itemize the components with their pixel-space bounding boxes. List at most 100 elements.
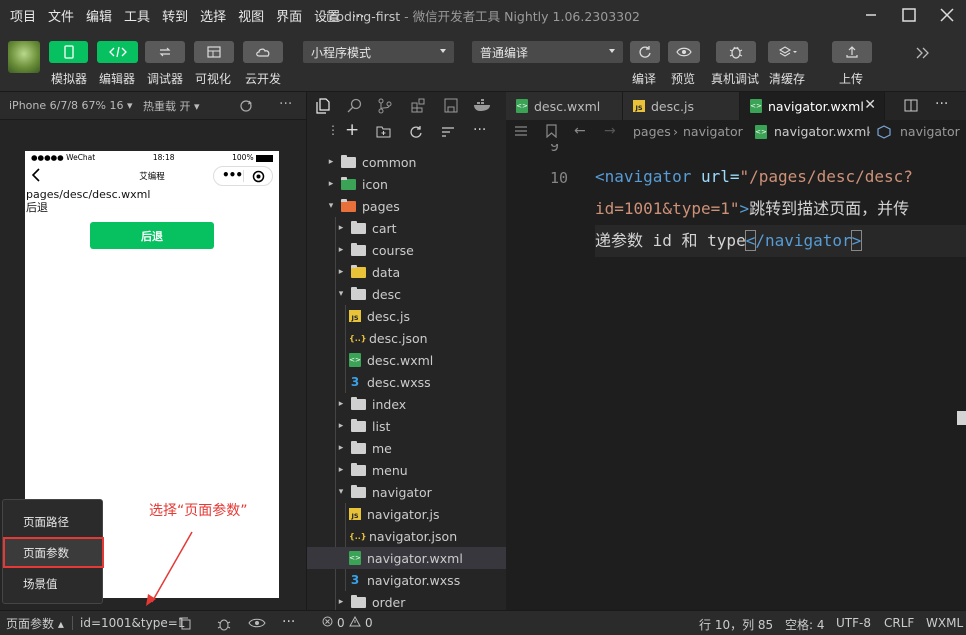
chevron-down-icon[interactable]: ▾ <box>325 201 337 211</box>
collapse-icon[interactable]: ⋮ <box>327 123 339 137</box>
menu-tools[interactable]: 工具 <box>118 6 156 25</box>
capsule-menu[interactable]: ••• <box>213 166 273 186</box>
tree-folder[interactable]: ▾ desc <box>307 283 507 305</box>
chevron-right-icon[interactable]: ▸ <box>325 157 337 167</box>
bug-icon[interactable] <box>216 616 232 634</box>
menu-goto[interactable]: 转到 <box>156 6 194 25</box>
close-tab-icon[interactable]: ✕ <box>864 97 876 113</box>
breadcrumb-element[interactable]: navigator <box>900 124 960 139</box>
tree-file[interactable]: {..} desc.json <box>307 327 507 349</box>
chevron-down-icon[interactable]: ▾ <box>335 487 347 497</box>
sort-icon[interactable] <box>441 126 455 141</box>
visual-toggle-button[interactable] <box>194 41 234 63</box>
save-icon[interactable] <box>444 98 458 116</box>
extensions-icon[interactable] <box>411 98 426 116</box>
page-params-dropdown[interactable]: 页面参数 ▴ <box>6 615 64 632</box>
tab-navigator-wxml[interactable]: <> navigator.wxml ✕ <box>740 92 885 120</box>
chevron-right-icon[interactable]: ▸ <box>335 223 347 233</box>
list-icon[interactable] <box>514 125 528 140</box>
tree-folder[interactable]: ▸ icon <box>307 173 507 195</box>
more-icon[interactable]: ··· <box>473 122 486 138</box>
tree-folder[interactable]: ▸ course <box>307 239 507 261</box>
capsule-more-icon[interactable]: ••• <box>222 168 243 182</box>
bookmark-icon[interactable] <box>546 124 557 141</box>
breadcrumb-pages[interactable]: pages <box>633 124 671 139</box>
chevron-down-icon[interactable]: ▾ <box>335 289 347 299</box>
line-ending[interactable]: CRLF <box>884 616 914 630</box>
refresh-icon[interactable] <box>409 125 423 142</box>
tree-file[interactable]: 3 desc.wxss <box>307 371 507 393</box>
close-button[interactable] <box>928 0 966 30</box>
menu-project[interactable]: 项目 <box>4 6 42 25</box>
tree-file[interactable]: <> navigator.wxml <box>307 547 507 569</box>
chevron-right-icon[interactable]: ▸ <box>335 597 347 607</box>
warning-icon[interactable] <box>349 615 361 630</box>
compile-select[interactable]: 普通编译 <box>472 41 623 63</box>
hot-reload-toggle[interactable]: 热重载 开 ▾ <box>143 98 200 114</box>
editor-toggle-button[interactable] <box>97 41 138 63</box>
compile-button[interactable] <box>630 41 660 63</box>
menu-interface[interactable]: 界面 <box>270 6 308 25</box>
capsule-close-icon[interactable] <box>252 170 265 186</box>
tree-folder[interactable]: ▸ data <box>307 261 507 283</box>
error-icon[interactable] <box>322 616 333 630</box>
files-icon[interactable] <box>316 98 330 117</box>
copy-icon[interactable] <box>179 617 191 633</box>
tree-folder[interactable]: ▸ list <box>307 415 507 437</box>
chevron-right-icon[interactable]: ▸ <box>335 399 347 409</box>
chevron-right-icon[interactable]: ▸ <box>335 245 347 255</box>
tree-folder[interactable]: ▾ pages <box>307 195 507 217</box>
debugger-toggle-button[interactable] <box>145 41 185 63</box>
back-button[interactable]: 后退 <box>90 222 214 249</box>
rotate-icon[interactable] <box>239 99 253 116</box>
clear-cache-button[interactable] <box>768 41 808 63</box>
source-control-icon[interactable] <box>378 98 392 117</box>
tree-file[interactable]: <> desc.wxml <box>307 349 507 371</box>
tree-folder[interactable]: ▸ cart <box>307 217 507 239</box>
chevron-double-right-icon[interactable] <box>915 47 929 62</box>
more-icon[interactable]: ··· <box>935 96 948 112</box>
chevron-right-icon[interactable]: ▸ <box>325 179 337 189</box>
search-icon[interactable] <box>347 98 362 116</box>
menu-view[interactable]: 视图 <box>232 6 270 25</box>
tree-folder[interactable]: ▸ index <box>307 393 507 415</box>
minimize-button[interactable] <box>852 0 890 30</box>
menu-settings[interactable]: 设置 <box>308 6 346 25</box>
breadcrumb-navigator-folder[interactable]: navigator <box>683 124 743 139</box>
indent-spaces[interactable]: 空格: 4 <box>785 616 825 633</box>
tab-desc-wxml[interactable]: <> desc.wxml <box>506 92 623 120</box>
tab-desc-js[interactable]: JS desc.js <box>623 92 740 120</box>
file-encoding[interactable]: UTF-8 <box>836 616 871 630</box>
tree-file[interactable]: JS navigator.js <box>307 503 507 525</box>
eye-icon[interactable] <box>248 617 266 632</box>
language-mode[interactable]: WXML <box>926 616 963 630</box>
upload-button[interactable] <box>832 41 872 63</box>
menu-item-scene[interactable]: 场景值 <box>23 576 58 592</box>
more-icon[interactable]: ··· <box>282 614 295 630</box>
tree-file[interactable]: {..} navigator.json <box>307 525 507 547</box>
mode-select[interactable]: 小程序模式 <box>303 41 454 63</box>
forward-icon[interactable]: → <box>604 123 616 139</box>
tree-folder[interactable]: ▸ common <box>307 151 507 173</box>
preview-button[interactable] <box>668 41 700 63</box>
chevron-right-icon[interactable]: ▸ <box>335 421 347 431</box>
tree-file[interactable]: JS desc.js <box>307 305 507 327</box>
menu-file[interactable]: 文件 <box>42 6 80 25</box>
menu-item-page-params[interactable]: 页面参数 <box>23 545 69 561</box>
docker-icon[interactable] <box>473 99 493 115</box>
back-icon[interactable]: ← <box>574 123 586 139</box>
chevron-right-icon[interactable]: ▸ <box>335 443 347 453</box>
remote-debug-button[interactable] <box>716 41 756 63</box>
simulator-toggle-button[interactable] <box>49 41 88 63</box>
tree-folder[interactable]: ▾ navigator <box>307 481 507 503</box>
menu-edit[interactable]: 编辑 <box>80 6 118 25</box>
code-editor[interactable]: 9 10 <navigator url="/pages/desc/desc? i… <box>506 144 966 610</box>
menu-select[interactable]: 选择 <box>194 6 232 25</box>
breadcrumb-file[interactable]: navigator.wxml <box>774 124 870 139</box>
device-select[interactable]: iPhone 6/7/8 67% 16 ▾ <box>9 99 133 112</box>
add-file-icon[interactable]: + <box>345 120 359 140</box>
chevron-right-icon[interactable]: ▸ <box>335 267 347 277</box>
tree-file[interactable]: 3 navigator.wxss <box>307 569 507 591</box>
tree-folder[interactable]: ▸ menu <box>307 459 507 481</box>
chevron-right-icon[interactable]: ▸ <box>335 465 347 475</box>
